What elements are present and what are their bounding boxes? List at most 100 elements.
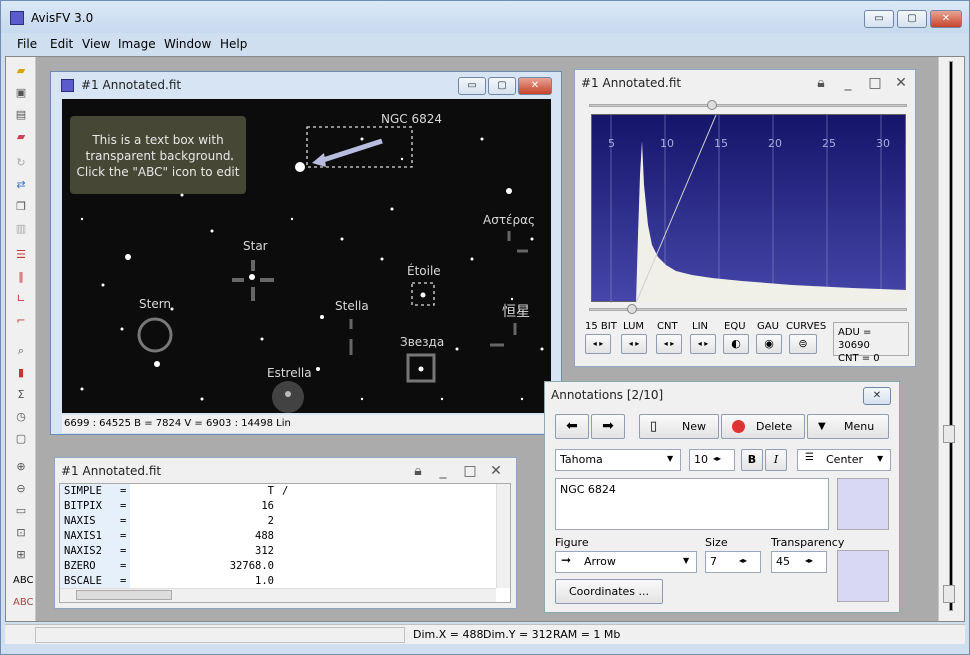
- menu-image[interactable]: Image: [118, 37, 156, 51]
- transparency-stepper[interactable]: 45: [771, 551, 827, 573]
- save-icon[interactable]: ▣: [13, 85, 29, 101]
- copy-icon[interactable]: ❐: [13, 199, 29, 215]
- figure-select[interactable]: Arrow: [555, 551, 697, 573]
- menu-help[interactable]: Help: [220, 37, 247, 51]
- gau-button[interactable]: ◉: [756, 334, 782, 354]
- vertical-slider-track[interactable]: [949, 61, 953, 611]
- asteras-marker[interactable]: [507, 231, 528, 253]
- left-toolbar: ▰ ▣ ▤ ▰ ↻ ⇄ ❐ ▥ ☰ ‖ ∟ ⌐ ⌕ ▮ Σ ◷ ▢ ⊕ ⊖ ▭ …: [6, 57, 36, 621]
- magnifier-icon[interactable]: ⌕: [13, 343, 29, 359]
- top-slider-track[interactable]: [589, 104, 907, 107]
- menu-button-label: Menu: [844, 420, 875, 433]
- new-button[interactable]: ▯ New: [639, 414, 719, 439]
- menu-view[interactable]: View: [82, 37, 110, 51]
- align-center-icon: ☰: [805, 452, 814, 463]
- lock-icon[interactable]: 🔒︎: [813, 75, 829, 91]
- fits-hscroll-thumb[interactable]: [76, 590, 172, 600]
- histogram-icon[interactable]: ▮: [13, 365, 29, 381]
- menu-button[interactable]: ▼ Menu: [807, 414, 889, 439]
- slider-thumb-lower[interactable]: [943, 585, 955, 603]
- font-size-stepper[interactable]: 10: [689, 449, 735, 471]
- adu-value: ADU = 30690: [838, 327, 872, 351]
- image-window-maximize[interactable]: ▢: [488, 77, 516, 95]
- menu-file[interactable]: File: [17, 37, 37, 51]
- histogram-maximize[interactable]: □: [867, 75, 883, 91]
- crop-icon[interactable]: ⌐: [13, 313, 29, 329]
- minimize-button[interactable]: ▭: [864, 10, 894, 28]
- image-window-minimize[interactable]: ▭: [458, 77, 486, 95]
- folder-icon[interactable]: ▰: [13, 129, 29, 145]
- histogram-close[interactable]: ✕: [893, 75, 909, 91]
- bottom-slider-thumb[interactable]: [627, 304, 637, 314]
- equ-button[interactable]: ◐: [723, 334, 749, 354]
- text-abc-edit-icon[interactable]: ABC: [13, 595, 34, 611]
- histogram-plot[interactable]: 5 10 15 20 25 30: [591, 114, 907, 304]
- fits-lock-icon[interactable]: 🔒︎: [410, 463, 426, 479]
- annotation-text-area[interactable]: NGC 6824: [555, 478, 829, 530]
- fits-minimize[interactable]: _: [435, 463, 451, 479]
- slider-thumb-upper[interactable]: [943, 425, 955, 443]
- save-as-icon[interactable]: ▤: [13, 107, 29, 123]
- new-page-icon: ▯: [650, 419, 658, 434]
- ngc-arrow[interactable]: [319, 138, 383, 164]
- zoom-out-icon[interactable]: ⊖: [13, 481, 29, 497]
- maximize-button[interactable]: ▢: [897, 10, 927, 28]
- open-folder-icon[interactable]: ▰: [13, 63, 29, 79]
- zoom-in-icon[interactable]: ⊕: [13, 459, 29, 475]
- tick-30: 30: [876, 137, 890, 150]
- monitor-icon[interactable]: ▭: [13, 503, 29, 519]
- star-field-image[interactable]: This is a text box with transparent back…: [62, 99, 551, 413]
- fits-header-list[interactable]: SIMPLE = T / BITPIX = 16 NAXIS = 2 NAXIS1 = 488 NAXIS…: [59, 483, 511, 603]
- label-asteras: Αστέρας: [483, 213, 536, 227]
- lum-spinner[interactable]: ◂ ▸: [621, 334, 647, 354]
- center-icon[interactable]: ⊞: [13, 547, 29, 563]
- adu-readout: ADU = 30690 CNT = 0: [833, 322, 909, 364]
- star-crosshair[interactable]: [232, 260, 274, 301]
- prev-arrow-button[interactable]: ⬅: [555, 414, 589, 439]
- fit-icon[interactable]: ⊡: [13, 525, 29, 541]
- delete-button[interactable]: Delete: [721, 414, 805, 439]
- label-gau: GAU: [757, 321, 779, 332]
- lin-spinner[interactable]: ◂ ▸: [690, 334, 716, 354]
- text-color-swatch[interactable]: [837, 478, 889, 530]
- 15bit-spinner[interactable]: ◂ ▸: [585, 334, 611, 354]
- top-slider-thumb[interactable]: [707, 100, 717, 110]
- image-window-close[interactable]: ✕: [518, 77, 552, 95]
- next-arrow-button[interactable]: ➡: [591, 414, 625, 439]
- size-stepper[interactable]: 7: [705, 551, 761, 573]
- font-select[interactable]: Tahoma: [555, 449, 681, 471]
- window-icon[interactable]: ▢: [13, 431, 29, 447]
- stern-circle[interactable]: [137, 317, 173, 353]
- fits-maximize[interactable]: □: [462, 463, 478, 479]
- clock-icon[interactable]: ◷: [13, 409, 29, 425]
- label-15bit: 15 BIT: [585, 321, 617, 332]
- coordinates-button[interactable]: Coordinates ...: [555, 579, 663, 604]
- label-lum: LUM: [623, 321, 645, 332]
- flip-horizontal-icon[interactable]: ☰: [13, 247, 29, 263]
- refresh-icon[interactable]: ↻: [13, 155, 29, 171]
- cnt-spinner[interactable]: ◂ ▸: [656, 334, 682, 354]
- fits-header-title: #1 Annotated.fit: [61, 464, 162, 478]
- sum-icon[interactable]: Σ: [13, 387, 29, 403]
- fits-close[interactable]: ✕: [488, 463, 504, 479]
- bold-button[interactable]: B: [741, 449, 763, 471]
- rotate-icon[interactable]: ∟: [13, 291, 29, 307]
- fits-vscroll[interactable]: [496, 484, 510, 588]
- menu-edit[interactable]: Edit: [50, 37, 73, 51]
- paste-icon[interactable]: ▥: [13, 221, 29, 237]
- curves-button[interactable]: ⊜: [789, 334, 817, 354]
- italic-button[interactable]: I: [765, 449, 787, 471]
- flip-vertical-icon[interactable]: ‖: [13, 269, 29, 285]
- close-button[interactable]: ✕: [930, 10, 962, 28]
- menu-window[interactable]: Window: [164, 37, 211, 51]
- xing-marker[interactable]: [490, 323, 517, 347]
- annotations-close[interactable]: ✕: [863, 387, 891, 405]
- convert-icon[interactable]: ⇄: [13, 177, 29, 193]
- fits-key: BSCALE: [64, 575, 102, 587]
- figure-color-swatch[interactable]: [837, 550, 889, 602]
- estrella-disc[interactable]: [272, 381, 304, 413]
- histogram-minimize[interactable]: _: [840, 75, 856, 91]
- transparent-text-box[interactable]: This is a text box with transparent back…: [70, 116, 246, 194]
- text-abc-icon[interactable]: ABC: [13, 573, 34, 589]
- mdi-client: ▰ ▣ ▤ ▰ ↻ ⇄ ❐ ▥ ☰ ‖ ∟ ⌐ ⌕ ▮ Σ ◷ ▢ ⊕ ⊖ ▭ …: [5, 56, 965, 622]
